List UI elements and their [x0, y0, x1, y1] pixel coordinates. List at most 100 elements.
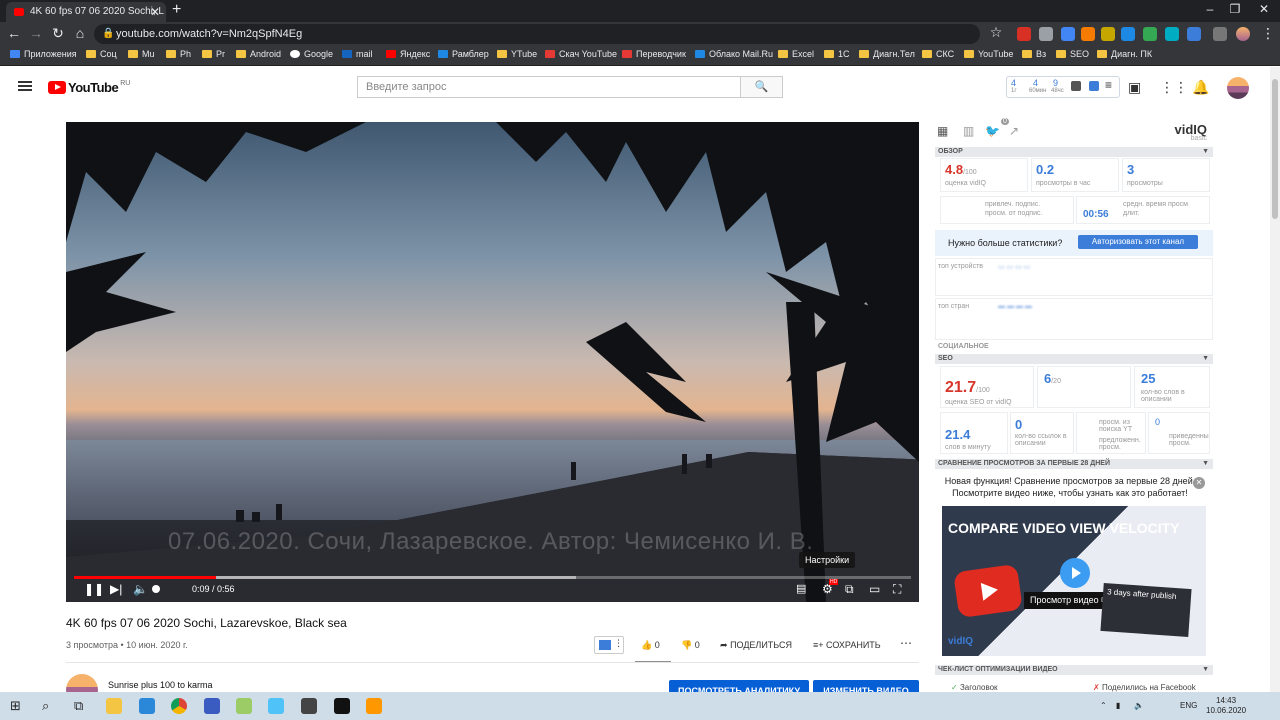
section-seo[interactable]: SEO ▼	[935, 354, 1213, 364]
search-icon[interactable]: ⌕	[42, 698, 49, 714]
terminal-icon[interactable]	[334, 698, 350, 714]
volume-icon[interactable]: 🔈	[133, 582, 148, 596]
like-button[interactable]: 👍 0	[641, 640, 660, 651]
authorize-channel-button[interactable]: Авторизовать этот канал	[1078, 235, 1198, 249]
adblock-extension-icon[interactable]	[1017, 27, 1031, 41]
app-icon[interactable]	[236, 698, 252, 714]
section-overview[interactable]: ОБЗОР ▼	[935, 147, 1213, 157]
reload-icon[interactable]: ↻	[48, 25, 68, 42]
promo-video-thumbnail[interactable]: COMPARE VIDEO VIEW VELOCITY Просмотр вид…	[942, 506, 1206, 656]
bookmark-item[interactable]: YTube	[497, 49, 537, 59]
home-icon[interactable]: ⌂	[70, 25, 90, 41]
extension-icon[interactable]	[1121, 27, 1135, 41]
play-icon[interactable]	[1060, 558, 1090, 588]
volume-slider[interactable]	[152, 585, 160, 593]
youtube-logo[interactable]: YouTube RU	[48, 80, 130, 95]
list-icon[interactable]: ≡	[1105, 78, 1112, 92]
scrollbar-thumb[interactable]	[1272, 79, 1278, 219]
bookmark-item[interactable]: Mu	[128, 49, 155, 59]
search-input[interactable]: Введите запрос	[357, 76, 741, 98]
close-icon[interactable]: ✕	[1193, 477, 1205, 489]
bookmark-item[interactable]: Соц	[86, 49, 117, 59]
system-clock[interactable]: 14:43 10.06.2020	[1206, 696, 1246, 716]
twitter-icon[interactable]: 🐦	[985, 124, 1000, 138]
settings-gear-icon[interactable]: ⚙ HD	[822, 579, 839, 596]
file-explorer-icon[interactable]	[106, 698, 122, 714]
tray-usb-icon[interactable]: ▮	[1116, 701, 1120, 710]
bookmark-item[interactable]: Google	[290, 49, 333, 59]
bookmark-item[interactable]: Диагн.Тел	[859, 49, 915, 59]
vidiq-extension-icon[interactable]	[1187, 27, 1201, 41]
bookmark-item[interactable]: Pr	[202, 49, 225, 59]
save-button[interactable]: ≡+ СОХРАНИТЬ	[813, 640, 881, 650]
extension-icon[interactable]	[1213, 27, 1227, 41]
bookmark-item[interactable]: Скач YouTube	[545, 49, 617, 59]
bookmark-item[interactable]: Облако Mail.Ru	[695, 49, 773, 59]
tray-chevron-icon[interactable]: ⌃	[1100, 701, 1107, 710]
close-icon[interactable]: ✕	[1191, 238, 1199, 249]
bar-chart-icon[interactable]: ▥	[963, 124, 974, 138]
app-icon[interactable]	[268, 698, 284, 714]
next-icon[interactable]: ▶|	[110, 582, 122, 596]
task-view-icon[interactable]: ⧉	[74, 698, 83, 714]
browser-menu-icon[interactable]: ⋮	[1258, 25, 1278, 42]
bookmark-item[interactable]: Яндекс	[386, 49, 430, 59]
extension-icon[interactable]	[1101, 27, 1115, 41]
close-window-icon[interactable]: ✕	[1244, 2, 1280, 16]
tray-volume-icon[interactable]: 🔈	[1134, 701, 1144, 710]
extension-icon[interactable]	[1143, 27, 1157, 41]
vidiq-play-icon[interactable]	[1089, 81, 1099, 91]
bookmark-item[interactable]: Вз	[1022, 49, 1046, 59]
app-icon[interactable]	[204, 698, 220, 714]
language-indicator[interactable]: ENG	[1180, 701, 1197, 710]
back-icon[interactable]: ←	[4, 25, 24, 41]
app-icon[interactable]	[139, 698, 155, 714]
apps-grid-icon[interactable]: ⋮⋮	[1160, 79, 1188, 96]
vidiq-chart-icon[interactable]	[1071, 81, 1081, 91]
app-icon[interactable]	[366, 698, 382, 714]
chrome-icon[interactable]	[171, 698, 187, 714]
account-avatar[interactable]	[1227, 77, 1249, 99]
profile-avatar-icon[interactable]	[1236, 27, 1250, 41]
section-compare[interactable]: СРАВНЕНИЕ ПРОСМОТРОВ ЗА ПЕРВЫЕ 28 ДНЕЙ ▼	[935, 459, 1213, 469]
dislike-button[interactable]: 👎 0	[681, 640, 700, 651]
channel-name[interactable]: Sunrise plus 100 to karma	[108, 680, 213, 690]
download-extension-icon[interactable]	[1061, 27, 1075, 41]
browser-tab[interactable]: 4K 60 fps 07 06 2020 Sochi, L ✕	[6, 2, 166, 22]
search-button[interactable]: 🔍	[741, 76, 783, 98]
grid-icon[interactable]: ▦	[937, 124, 948, 138]
bookmark-item[interactable]: Переводчик	[622, 49, 686, 59]
calculator-icon[interactable]	[301, 698, 317, 714]
page-scrollbar[interactable]	[1270, 67, 1280, 692]
watch-video-label[interactable]: Просмотр видео ⧉	[1024, 592, 1114, 609]
bookmark-item[interactable]: Ph	[166, 49, 191, 59]
bookmark-item[interactable]: mail	[342, 49, 373, 59]
extension-icon[interactable]	[1039, 27, 1053, 41]
bookmark-item[interactable]: SEO	[1056, 49, 1089, 59]
more-actions-icon[interactable]: ⋯	[900, 636, 912, 650]
theater-mode-icon[interactable]: ▭	[869, 582, 880, 596]
bookmark-item[interactable]: Приложения	[10, 49, 77, 59]
bookmark-item[interactable]: Рамблер	[438, 49, 489, 59]
bookmark-item[interactable]: Android	[236, 49, 281, 59]
extension-icon[interactable]	[1165, 27, 1179, 41]
create-video-icon[interactable]: ▣	[1128, 79, 1141, 96]
subtitles-icon[interactable]: ▤	[796, 582, 806, 595]
bookmark-item[interactable]: Диагн. ПК	[1097, 49, 1152, 59]
new-tab-icon[interactable]: +	[172, 1, 181, 19]
bookmark-item[interactable]: Excel	[778, 49, 814, 59]
vidiq-mini-stats[interactable]: 4 1г 4 60мин 9 48чс ≡	[1006, 76, 1120, 98]
bookmark-item[interactable]: YouTube	[964, 49, 1013, 59]
trend-icon[interactable]: ↗	[1009, 124, 1019, 138]
share-button[interactable]: ➦ ПОДЕЛИТЬСЯ	[720, 640, 792, 651]
notifications-bell-icon[interactable]: 🔔	[1192, 79, 1209, 96]
pause-icon[interactable]: ❚❚	[84, 582, 104, 596]
menu-icon[interactable]	[18, 81, 32, 91]
bookmark-star-icon[interactable]: ☆	[986, 24, 1006, 41]
progress-bar[interactable]	[74, 576, 911, 579]
miniplayer-icon[interactable]: ⧉	[845, 582, 854, 597]
forward-icon[interactable]: →	[26, 25, 46, 41]
section-social[interactable]: СОЦИАЛЬНОЕ	[938, 343, 989, 350]
fullscreen-icon[interactable]: ⛶	[893, 582, 901, 597]
windows-start-icon[interactable]: ⊞	[10, 698, 21, 714]
